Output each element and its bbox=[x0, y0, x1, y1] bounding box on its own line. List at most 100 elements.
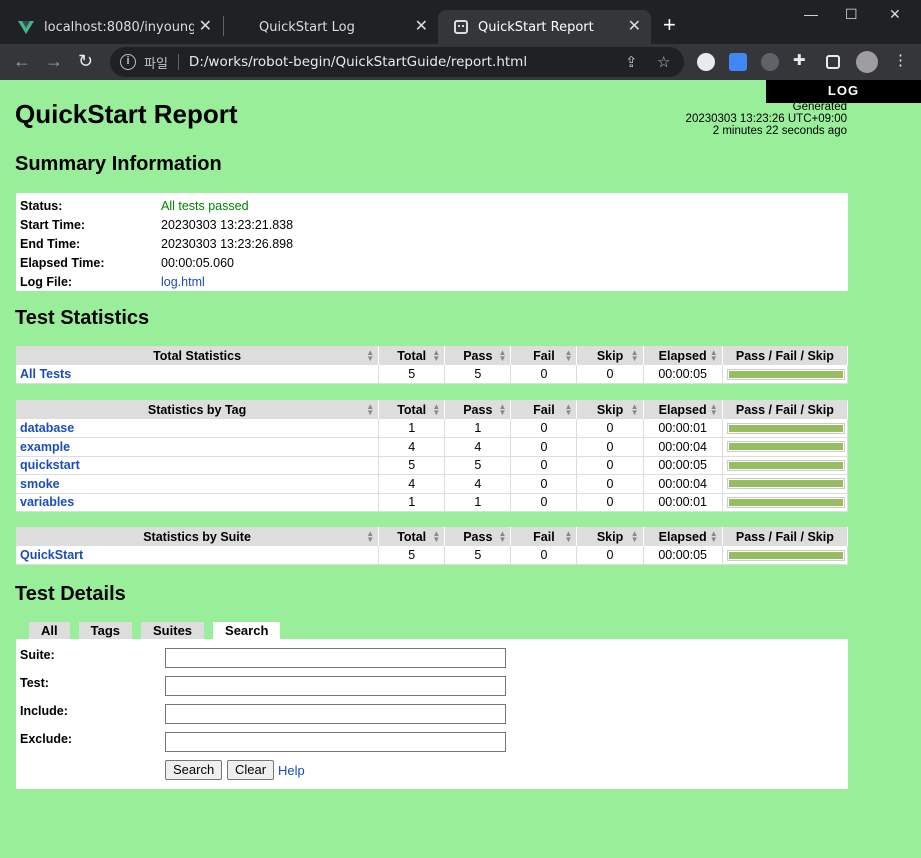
column-header-skip[interactable]: Skip ▲ ▼ bbox=[576, 527, 644, 546]
sort-icon[interactable]: ▲ ▼ bbox=[498, 349, 506, 363]
log-file-link[interactable]: log.html bbox=[161, 275, 205, 289]
stat-name-link[interactable]: All Tests bbox=[16, 365, 380, 384]
table-row: smoke 4 4 0 0 00:00:04 bbox=[16, 474, 849, 494]
stat-name-link[interactable]: smoke bbox=[16, 474, 380, 494]
column-header-name[interactable]: Total Statistics ▲ ▼ bbox=[16, 346, 380, 365]
sort-icon[interactable]: ▲ ▼ bbox=[565, 349, 573, 363]
sort-icon[interactable]: ▲ ▼ bbox=[498, 403, 506, 417]
tab-all[interactable]: All bbox=[29, 622, 70, 639]
sort-icon[interactable]: ▲ ▼ bbox=[366, 403, 374, 417]
sort-icon[interactable]: ▲ ▼ bbox=[710, 403, 718, 417]
address-bar[interactable]: i 파일 D:/works/robot-begin/QuickStartGuid… bbox=[110, 47, 684, 77]
extensions-puzzle-icon[interactable]: ✚ bbox=[793, 51, 806, 69]
fail-cell: 0 bbox=[510, 493, 578, 512]
column-header-pass-fail-skip: Pass / Fail / Skip bbox=[722, 400, 849, 419]
url-text[interactable]: D:/works/robot-begin/QuickStartGuide/rep… bbox=[189, 54, 527, 70]
column-header-skip[interactable]: Skip ▲ ▼ bbox=[576, 400, 644, 419]
column-header-total[interactable]: Total ▲ ▼ bbox=[378, 346, 446, 365]
summary-table: Status: All tests passed Start Time: 202… bbox=[16, 193, 848, 291]
stat-name-link[interactable]: QuickStart bbox=[16, 546, 380, 565]
total-cell: 1 bbox=[378, 419, 446, 438]
column-header-label: Statistics by Tag bbox=[147, 402, 247, 417]
fail-cell: 0 bbox=[510, 456, 578, 475]
column-header-total[interactable]: Total ▲ ▼ bbox=[378, 400, 446, 419]
tab-tags[interactable]: Tags bbox=[78, 622, 133, 639]
close-tab-icon[interactable]: ✕ bbox=[199, 18, 212, 34]
stat-name-link[interactable]: database bbox=[16, 419, 380, 438]
pass-fail-skip-cell bbox=[722, 365, 849, 384]
tab-search[interactable]: Search bbox=[213, 622, 281, 640]
suite-search-input[interactable] bbox=[165, 648, 506, 668]
column-header-pass[interactable]: Pass ▲ ▼ bbox=[444, 527, 512, 546]
browser-tab-bar: localhost:8080/inyoung.htm ✕ QuickStart … bbox=[0, 0, 921, 44]
maximize-button[interactable]: ☐ bbox=[845, 6, 858, 23]
new-tab-button[interactable]: + bbox=[663, 14, 676, 36]
clear-button[interactable]: Clear bbox=[227, 760, 275, 780]
column-header-pass[interactable]: Pass ▲ ▼ bbox=[444, 346, 512, 365]
column-header-fail[interactable]: Fail ▲ ▼ bbox=[510, 527, 578, 546]
column-header-total[interactable]: Total ▲ ▼ bbox=[378, 527, 446, 546]
search-button[interactable]: Search bbox=[165, 760, 223, 780]
close-tab-icon[interactable]: ✕ bbox=[628, 18, 641, 34]
table-row: All Tests 5 5 0 0 00:00:05 bbox=[16, 365, 849, 384]
elapsed-cell: 00:00:05 bbox=[643, 546, 723, 565]
skip-cell: 0 bbox=[576, 419, 644, 438]
close-tab-icon[interactable]: ✕ bbox=[415, 18, 428, 34]
stat-name-link[interactable]: example bbox=[16, 437, 380, 457]
browser-tab-quickstart-report[interactable]: QuickStart Report ✕ bbox=[438, 10, 651, 44]
forward-arrow-icon[interactable]: → bbox=[45, 50, 63, 72]
sort-icon[interactable]: ▲ ▼ bbox=[565, 403, 573, 417]
bookmark-star-icon[interactable]: ☆ bbox=[657, 53, 670, 71]
extension-eye-icon[interactable] bbox=[697, 53, 715, 71]
sort-icon[interactable]: ▲ ▼ bbox=[710, 530, 718, 544]
sort-icon[interactable]: ▲ ▼ bbox=[631, 349, 639, 363]
browser-tab-localhost[interactable]: localhost:8080/inyoung.htm ✕ bbox=[0, 10, 222, 44]
sort-icon[interactable]: ▲ ▼ bbox=[631, 530, 639, 544]
menu-kebab-icon[interactable]: ⋮ bbox=[893, 51, 908, 69]
table-row: QuickStart 5 5 0 0 00:00:05 bbox=[16, 546, 849, 565]
column-header-skip[interactable]: Skip ▲ ▼ bbox=[576, 346, 644, 365]
tab-suites[interactable]: Suites bbox=[141, 622, 205, 639]
sort-icon[interactable]: ▲ ▼ bbox=[432, 530, 440, 544]
summary-label: Elapsed Time: bbox=[20, 255, 105, 270]
sort-icon[interactable]: ▲ ▼ bbox=[432, 349, 440, 363]
test-search-input[interactable] bbox=[165, 676, 506, 696]
column-header-fail[interactable]: Fail ▲ ▼ bbox=[510, 400, 578, 419]
extension-mask-icon[interactable] bbox=[761, 53, 779, 71]
stat-name-link[interactable]: quickstart bbox=[16, 456, 380, 475]
sort-icon[interactable]: ▲ ▼ bbox=[710, 349, 718, 363]
sort-icon[interactable]: ▲ ▼ bbox=[432, 403, 440, 417]
pass-fail-skip-cell bbox=[722, 437, 849, 457]
share-icon[interactable]: ⇪ bbox=[625, 53, 638, 71]
log-link-badge[interactable]: LOG bbox=[766, 80, 921, 103]
column-header-fail[interactable]: Fail ▲ ▼ bbox=[510, 346, 578, 365]
column-header-elapsed[interactable]: Elapsed ▲ ▼ bbox=[643, 400, 723, 419]
back-arrow-icon[interactable]: ← bbox=[13, 50, 31, 72]
google-translate-icon[interactable] bbox=[729, 53, 747, 71]
column-header-name[interactable]: Statistics by Tag ▲ ▼ bbox=[16, 400, 380, 419]
stat-name-link[interactable]: variables bbox=[16, 493, 380, 512]
summary-label: Start Time: bbox=[20, 217, 86, 232]
sort-icon[interactable]: ▲ ▼ bbox=[366, 349, 374, 363]
side-panel-icon[interactable] bbox=[826, 55, 840, 69]
skip-cell: 0 bbox=[576, 365, 644, 384]
include-search-input[interactable] bbox=[165, 704, 506, 724]
sort-icon[interactable]: ▲ ▼ bbox=[565, 530, 573, 544]
minimize-button[interactable]: — bbox=[804, 6, 818, 22]
browser-tab-quickstart-log[interactable]: QuickStart Log ✕ bbox=[224, 10, 438, 44]
column-header-elapsed[interactable]: Elapsed ▲ ▼ bbox=[643, 346, 723, 365]
sort-icon[interactable]: ▲ ▼ bbox=[366, 530, 374, 544]
sort-icon[interactable]: ▲ ▼ bbox=[631, 403, 639, 417]
exclude-search-input[interactable] bbox=[165, 732, 506, 752]
column-header-pass[interactable]: Pass ▲ ▼ bbox=[444, 400, 512, 419]
end-time-value: 20230303 13:23:26.898 bbox=[161, 236, 294, 251]
reload-icon[interactable]: ↻ bbox=[78, 50, 93, 72]
close-window-button[interactable]: ✕ bbox=[889, 6, 901, 23]
help-link[interactable]: Help bbox=[278, 763, 305, 778]
profile-avatar[interactable] bbox=[856, 51, 878, 73]
fail-cell: 0 bbox=[510, 437, 578, 457]
column-header-elapsed[interactable]: Elapsed ▲ ▼ bbox=[643, 527, 723, 546]
column-header-name[interactable]: Statistics by Suite ▲ ▼ bbox=[16, 527, 380, 546]
info-icon[interactable]: i bbox=[120, 54, 136, 70]
sort-icon[interactable]: ▲ ▼ bbox=[498, 530, 506, 544]
